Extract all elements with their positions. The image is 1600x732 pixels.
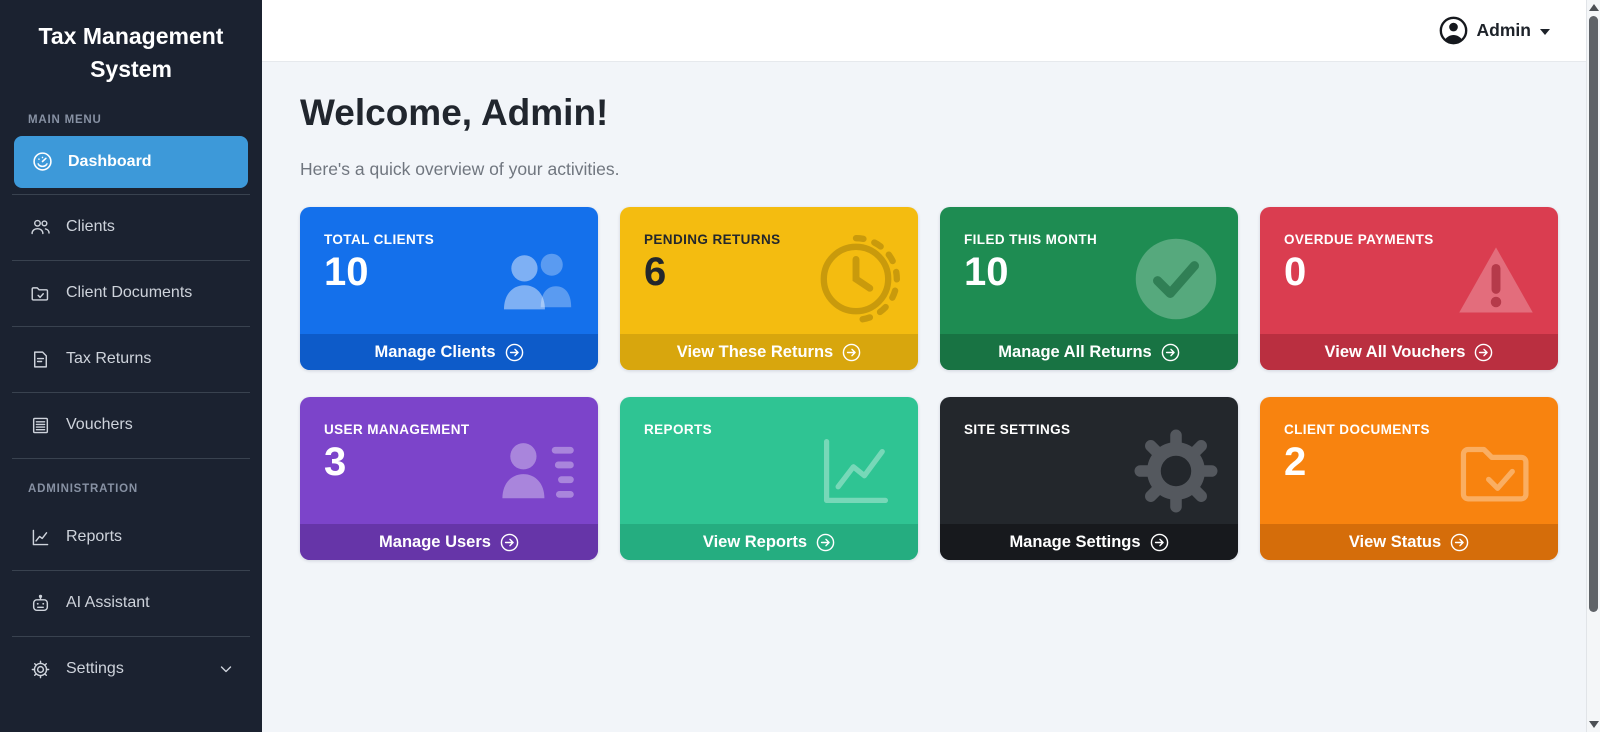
scrollbar-down-arrow[interactable] [1589, 721, 1599, 728]
card-filed-this-month: FILED THIS MONTH 10 Manage All Returns [940, 207, 1238, 370]
people-icon [494, 239, 578, 323]
arrow-right-circle-icon [505, 343, 524, 362]
page-subtitle: Here's a quick overview of your activiti… [300, 159, 620, 179]
scrollbar-thumb[interactable] [1589, 16, 1598, 612]
arrow-right-circle-icon [1474, 343, 1493, 362]
card-action-manage-settings[interactable]: Manage Settings [940, 524, 1238, 560]
stat-cards-grid: TOTAL CLIENTS 10 Manage Clients PENDING … [300, 207, 1558, 560]
card-action-manage-clients[interactable]: Manage Clients [300, 334, 598, 370]
sidebar-item-clients[interactable]: Clients [0, 195, 262, 260]
page-title: Welcome, Admin! [300, 92, 609, 133]
chevron-down-icon [218, 661, 234, 677]
card-site-settings: SITE SETTINGS Manage Settings [940, 397, 1238, 560]
folder-check-icon [1454, 429, 1538, 513]
exclamation-triangle-icon [1454, 239, 1538, 323]
arrow-right-circle-icon [816, 533, 835, 552]
card-action-label: View Status [1348, 532, 1442, 551]
sidebar: Tax Management System MAIN MENU Dashboar… [0, 0, 262, 732]
card-action-manage-all-returns[interactable]: Manage All Returns [940, 334, 1238, 370]
sidebar-item-label: AI Assistant [66, 594, 150, 612]
sidebar-section-administration: ADMINISTRATION [28, 482, 139, 495]
sidebar-item-client-documents[interactable]: Client Documents [0, 261, 262, 326]
arrow-right-circle-icon [1161, 343, 1180, 362]
file-text-icon [30, 349, 51, 370]
sidebar-item-tax-returns[interactable]: Tax Returns [0, 327, 262, 392]
card-action-label: Manage All Returns [998, 342, 1152, 361]
card-total-clients: TOTAL CLIENTS 10 Manage Clients [300, 207, 598, 370]
people-icon [30, 217, 51, 238]
card-user-management: USER MANAGEMENT 3 Manage Users [300, 397, 598, 560]
sidebar-item-ai-assistant[interactable]: AI Assistant [0, 571, 262, 636]
card-action-view-reports[interactable]: View Reports [620, 524, 918, 560]
arrow-right-circle-icon [842, 343, 861, 362]
card-overdue-payments: OVERDUE PAYMENTS 0 View All Vouchers [1260, 207, 1558, 370]
sidebar-item-settings[interactable]: Settings [0, 637, 262, 702]
sidebar-item-label: Reports [66, 528, 123, 546]
caret-down-icon [1540, 28, 1550, 35]
topbar: Admin [262, 0, 1586, 62]
sidebar-item-label: Client Documents [66, 284, 193, 302]
speedometer-icon [32, 151, 53, 172]
gear-icon [30, 659, 51, 680]
card-action-manage-users[interactable]: Manage Users [300, 524, 598, 560]
card-client-documents: CLIENT DOCUMENTS 2 View Status [1260, 397, 1558, 560]
graph-up-icon [30, 527, 51, 548]
person-circle-icon [1439, 16, 1468, 45]
sidebar-item-label: Settings [66, 660, 124, 678]
card-action-label: Manage Users [379, 532, 491, 551]
gear-icon [1134, 429, 1218, 513]
card-action-view-these-returns[interactable]: View These Returns [620, 334, 918, 370]
sidebar-item-label: Vouchers [66, 416, 133, 434]
sidebar-divider [12, 457, 250, 459]
folder-check-icon [30, 283, 51, 304]
robot-icon [30, 593, 51, 614]
sidebar-item-dashboard[interactable]: Dashboard [14, 135, 248, 188]
sidebar-item-label: Tax Returns [66, 350, 152, 368]
card-pending-returns: PENDING RETURNS 6 View These Returns [620, 207, 918, 370]
sidebar-item-label: Clients [66, 218, 115, 236]
card-action-label: View These Returns [676, 342, 834, 361]
vertical-scrollbar[interactable] [1586, 0, 1600, 732]
card-action-label: View All Vouchers [1324, 342, 1466, 361]
arrow-right-circle-icon [500, 533, 519, 552]
tax-management-app: Tax Management System MAIN MENU Dashboar… [0, 0, 1600, 732]
sidebar-item-reports[interactable]: Reports [0, 505, 262, 570]
card-action-view-status[interactable]: View Status [1260, 524, 1558, 560]
clock-icon [810, 233, 902, 325]
card-action-view-all-vouchers[interactable]: View All Vouchers [1260, 334, 1558, 370]
sidebar-item-vouchers[interactable]: Vouchers [0, 393, 262, 458]
arrow-right-circle-icon [1450, 533, 1469, 552]
person-lines-icon [494, 429, 578, 513]
app-title: Tax Management System [38, 23, 224, 83]
graph-up-icon [814, 429, 898, 513]
user-menu-dropdown[interactable]: Admin [1439, 16, 1550, 45]
card-reports: REPORTS View Reports [620, 397, 918, 560]
check-circle-icon [1130, 233, 1222, 325]
receipt-icon [30, 415, 51, 436]
sidebar-section-main-menu: MAIN MENU [28, 113, 102, 126]
scrollbar-up-arrow[interactable] [1589, 4, 1599, 11]
card-action-label: Manage Clients [374, 342, 496, 361]
main-content: Welcome, Admin! Here's a quick overview … [262, 62, 1586, 732]
card-action-label: Manage Settings [1009, 532, 1141, 551]
card-action-label: View Reports [702, 532, 808, 551]
sidebar-item-label: Dashboard [68, 152, 152, 170]
arrow-right-circle-icon [1150, 533, 1169, 552]
user-label: Admin [1476, 20, 1531, 40]
